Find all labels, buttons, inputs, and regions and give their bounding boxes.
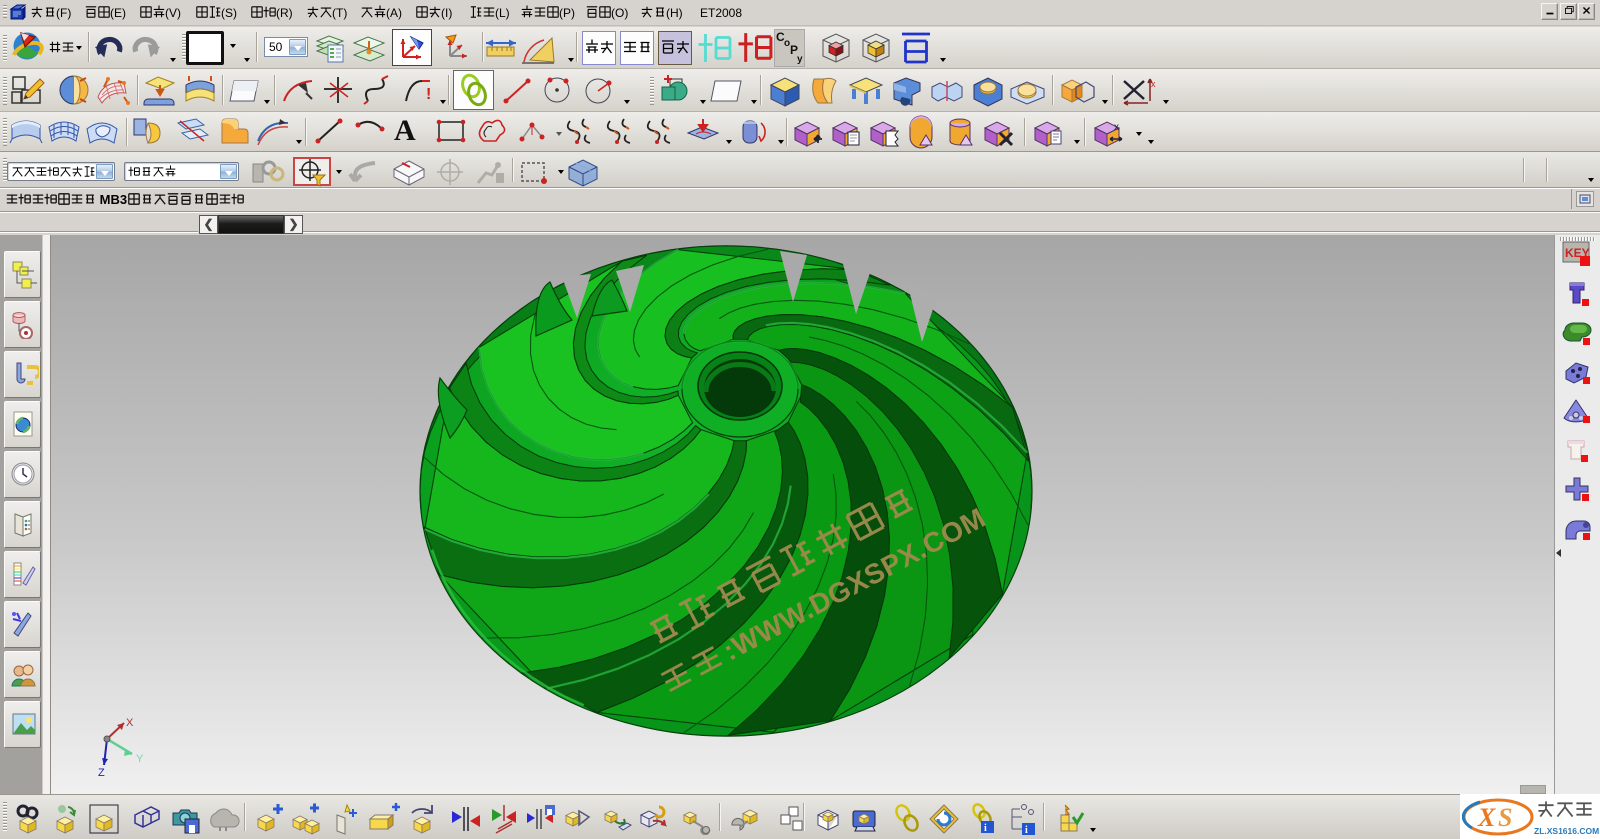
svg-text:i: i (1025, 825, 1028, 835)
svg-text:x: x (1114, 122, 1119, 133)
svg-text:S: S (1498, 803, 1512, 832)
svg-text:y: y (797, 54, 803, 65)
svg-text:Z: Z (98, 767, 105, 779)
svg-text:!: ! (426, 86, 431, 103)
svg-text:i: i (984, 823, 987, 834)
svg-text:X: X (126, 717, 134, 729)
svg-text:X: X (1477, 803, 1496, 832)
svg-text:x: x (1151, 79, 1156, 89)
svg-text:Y: Y (136, 753, 144, 765)
